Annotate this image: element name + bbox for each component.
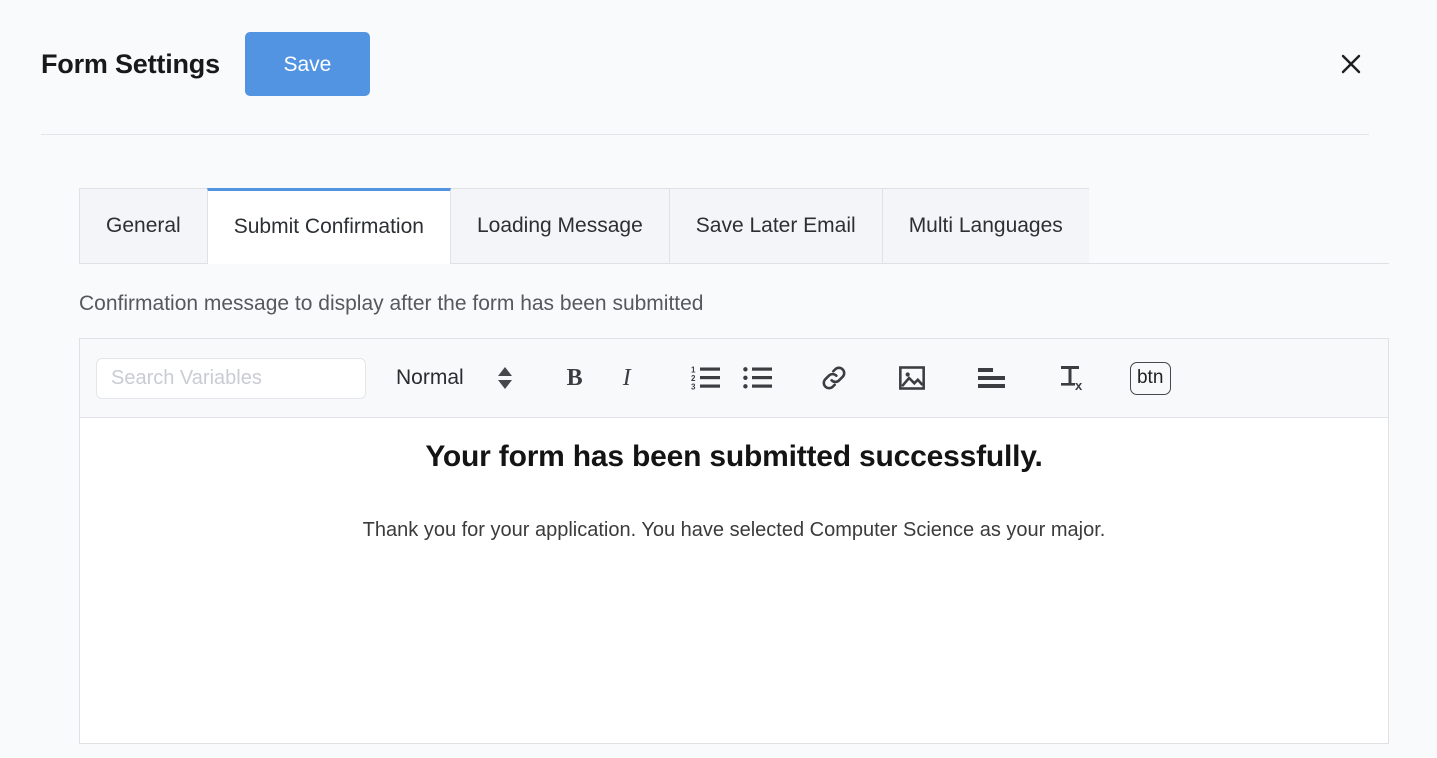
page-title: Form Settings	[41, 48, 220, 79]
close-button[interactable]	[1329, 42, 1373, 86]
ordered-list-icon[interactable]: 1 2 3	[690, 354, 722, 402]
editor-toolbar: Normal B I 1 2 3	[80, 339, 1388, 418]
link-icon[interactable]	[818, 354, 850, 402]
confirmation-paragraph: Thank you for your application. You have…	[362, 519, 1106, 541]
confirmation-heading: Your form has been submitted successfull…	[425, 440, 1043, 473]
tab-multi-languages[interactable]: Multi Languages	[881, 188, 1089, 263]
bold-button[interactable]: B	[560, 354, 590, 402]
image-icon[interactable]	[896, 354, 928, 402]
insert-button-button[interactable]: btn	[1129, 361, 1171, 395]
form-settings-dialog: Form Settings Save General Submit Confir…	[0, 0, 1437, 758]
svg-text:x: x	[1075, 378, 1083, 392]
svg-text:3: 3	[691, 383, 696, 392]
settings-tabs: General Submit Confirmation Loading Mess…	[79, 188, 1389, 264]
close-icon	[1339, 52, 1363, 76]
tab-submit-confirmation[interactable]: Submit Confirmation	[206, 188, 451, 264]
clear-format-icon[interactable]: x	[1056, 354, 1088, 402]
tab-save-later-email[interactable]: Save Later Email	[668, 188, 882, 263]
editor-content-area[interactable]: Your form has been submitted successfull…	[80, 418, 1388, 743]
header-divider	[41, 134, 1369, 135]
save-button[interactable]: Save	[244, 32, 370, 96]
tab-general[interactable]: General	[79, 188, 207, 263]
unordered-list-icon[interactable]	[742, 354, 774, 402]
tab-loading-message[interactable]: Loading Message	[450, 188, 669, 263]
rich-text-editor: Normal B I 1 2 3	[79, 338, 1389, 744]
search-variables-input[interactable]	[96, 357, 366, 399]
chevron-updown-icon[interactable]	[492, 354, 518, 402]
italic-button[interactable]: I	[612, 354, 642, 402]
tab-bar-filler	[1089, 188, 1389, 263]
align-left-icon[interactable]	[976, 354, 1008, 402]
format-select-label[interactable]: Normal	[396, 354, 464, 402]
editor-description: Confirmation message to display after th…	[79, 292, 704, 315]
dialog-header: Form Settings Save	[41, 28, 1369, 100]
